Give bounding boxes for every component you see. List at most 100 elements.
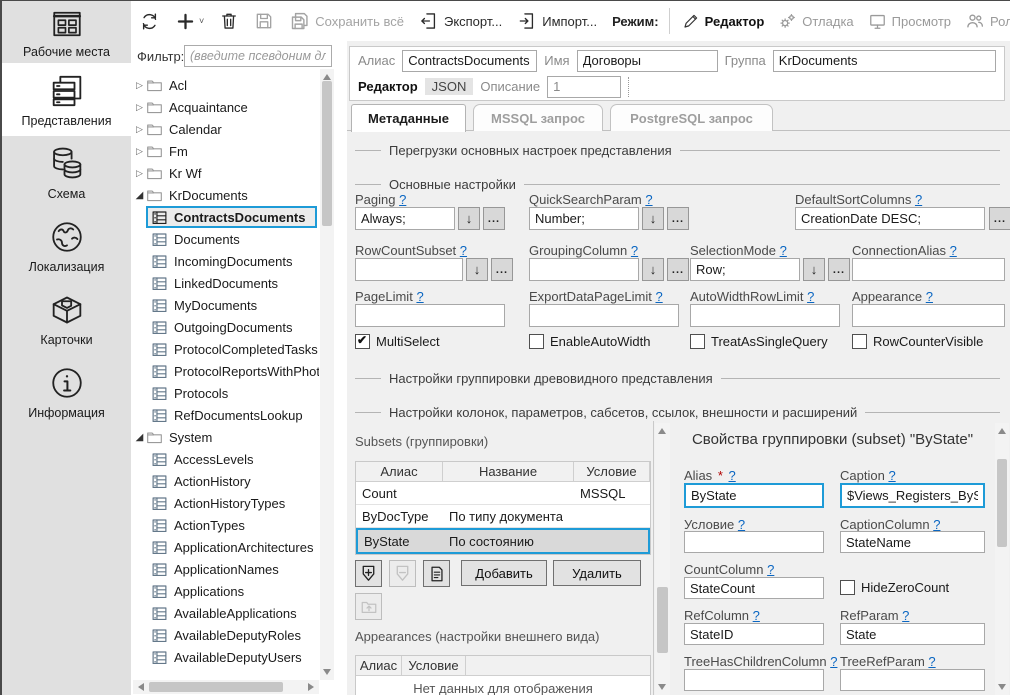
checkbox-box[interactable] [529,334,544,349]
help-icon[interactable]: ? [915,192,922,207]
count-column-property-input[interactable] [684,577,824,599]
tree-item[interactable]: Protocols [133,382,319,404]
row-count-subset-input[interactable] [355,258,463,281]
help-icon[interactable]: ? [416,289,423,304]
tree-vertical-scrollbar[interactable] [320,69,334,680]
tree-horizontal-scrollbar[interactable] [133,680,319,694]
help-icon[interactable]: ? [928,654,935,669]
help-icon[interactable]: ? [631,243,638,258]
scrollbar-thumb[interactable] [322,81,332,226]
tree-item[interactable]: LinkedDocuments [133,272,319,294]
help-icon[interactable]: ? [830,654,837,669]
quick-search-param-more-button[interactable]: ... [667,207,689,230]
caption-column-property-input[interactable] [840,531,985,553]
tree-item[interactable]: ▷Acquaintance [133,96,319,118]
connection-alias-input[interactable] [852,258,1005,281]
ref-param-property-input[interactable] [840,623,985,645]
paging-down-button[interactable]: ↓ [458,207,480,230]
help-icon[interactable]: ? [729,468,736,483]
paging-input[interactable] [355,207,455,230]
scroll-down-icon[interactable] [998,684,1006,690]
tree-item[interactable]: AvailableDeputyUsers [133,646,319,668]
selection-mode-down-button[interactable]: ↓ [803,258,825,281]
tree-item[interactable]: ◢KrDocuments [133,184,319,206]
column-header[interactable]: Условие [574,462,650,481]
sidebar-item-localization[interactable]: Локализация [2,209,131,282]
auto-width-row-limit-input[interactable] [690,304,840,327]
alias-input[interactable] [402,50,537,72]
save-button[interactable] [254,11,274,31]
help-icon[interactable]: ? [933,517,940,532]
appearance-input[interactable] [852,304,1005,327]
scroll-left-icon[interactable] [138,683,144,691]
expander-icon[interactable]: ▷ [133,102,146,113]
grouping-column-more-button[interactable]: ... [667,258,689,281]
tree-item[interactable]: ▷Kr Wf [133,162,319,184]
enable-auto-width-checkbox[interactable]: EnableAutoWidth [529,334,650,349]
help-icon[interactable]: ? [926,289,933,304]
column-header[interactable]: Условие [402,656,466,675]
selection-mode-input[interactable] [690,258,800,281]
expander-icon[interactable]: ▷ [133,124,146,135]
tree-has-children-column-property-input[interactable] [684,669,824,691]
row-count-subset-more-button[interactable]: ... [491,258,513,281]
tree-item[interactable]: ProtocolReportsWithPhot [133,360,319,382]
tab-metadata[interactable]: Метаданные [351,104,466,132]
scroll-down-icon[interactable] [323,669,331,675]
help-icon[interactable]: ? [888,468,895,483]
scroll-up-icon[interactable] [323,74,331,80]
expander-icon[interactable]: ▷ [133,146,146,157]
treat-as-single-query-checkbox[interactable]: TreatAsSingleQuery [690,334,828,349]
tree-item[interactable]: ActionHistory [133,470,319,492]
mode-editor-button[interactable]: Редактор [682,12,765,30]
tree-item[interactable]: ▷Fm [133,140,319,162]
export-button[interactable]: Экспорт... [419,11,502,31]
default-sort-columns-more-button[interactable]: ... [989,207,1010,230]
subset-row[interactable]: Count MSSQL [356,482,650,505]
paging-more-button[interactable]: ... [483,207,505,230]
help-icon[interactable]: ? [399,192,406,207]
tree-item[interactable]: ▷Acl [133,74,319,96]
tree-item[interactable]: Applications [133,580,319,602]
grouping-column-down-button[interactable]: ↓ [642,258,664,281]
help-icon[interactable]: ? [950,243,957,258]
help-icon[interactable]: ? [753,608,760,623]
tree-item[interactable]: Documents [133,228,319,250]
column-header[interactable]: Название [443,462,574,481]
sidebar-item-views[interactable]: Представления [2,63,131,136]
filter-input[interactable] [184,45,332,67]
expander-icon[interactable]: ▷ [133,80,146,91]
quick-search-param-input[interactable] [529,207,639,230]
splitter-handle[interactable] [628,77,629,97]
properties-vertical-scrollbar[interactable] [995,423,1009,695]
scroll-up-icon[interactable] [658,428,666,434]
sidebar-item-information[interactable]: Информация [2,355,131,428]
sidebar-item-workplaces[interactable]: Рабочие места [2,1,131,63]
expander-icon[interactable]: ◢ [133,190,146,201]
sidebar-item-schema[interactable]: Схема [2,136,131,209]
subset-row[interactable]: ByDocType По типу документа [356,505,650,528]
help-icon[interactable]: ? [645,192,652,207]
tab-postgresql-query[interactable]: PostgreSQL запрос [610,104,773,131]
mode-preview-button[interactable]: Просмотр [868,12,951,31]
page-limit-input[interactable] [355,304,505,327]
column-header[interactable]: Алиас [356,656,402,675]
scrollbar-thumb[interactable] [149,682,283,692]
subset-add-button[interactable]: Добавить [461,560,547,586]
subset-remove-protected-button[interactable] [389,560,416,587]
checkbox-box[interactable] [840,580,855,595]
tree-item[interactable]: ▷Calendar [133,118,319,140]
help-icon[interactable]: ? [767,562,774,577]
scroll-up-icon[interactable] [998,428,1006,434]
tree-item[interactable]: MyDocuments [133,294,319,316]
tree-item[interactable]: ApplicationArchitectures [133,536,319,558]
help-icon[interactable]: ? [807,289,814,304]
tree-item[interactable]: OutgoingDocuments [133,316,319,338]
checkbox-box[interactable] [690,334,705,349]
tree-item[interactable]: AccessLevels [133,448,319,470]
tree-item[interactable]: AvailableApplications [133,602,319,624]
tree-ref-param-property-input[interactable] [840,669,985,691]
subsets-vertical-scrollbar[interactable] [655,423,670,695]
scroll-right-icon[interactable] [308,683,314,691]
subset-document-button[interactable] [423,560,450,587]
